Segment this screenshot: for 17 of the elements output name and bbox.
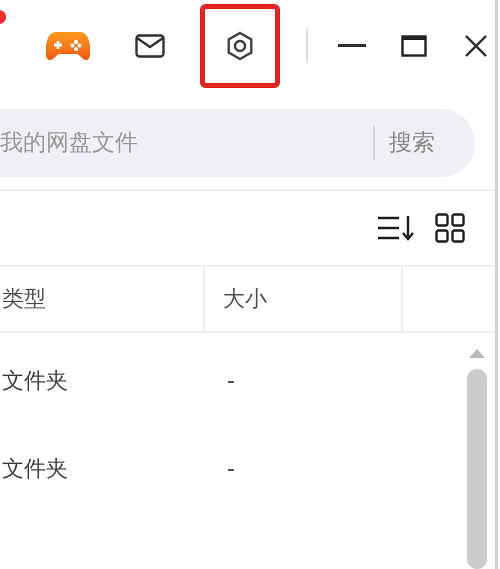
sort-button[interactable]: [377, 214, 415, 242]
mail-icon: [135, 34, 165, 58]
table-cell: 文件夹: [2, 369, 68, 394]
settings-button[interactable]: [200, 4, 280, 88]
scrollbar-thumb[interactable]: [467, 369, 487, 569]
grid-icon: [435, 212, 465, 243]
column-header[interactable]: 类型: [0, 267, 205, 331]
maximize-icon: [401, 35, 427, 58]
table-cell: 文件夹: [2, 457, 68, 482]
minimize-icon: [338, 44, 366, 48]
table-cell: -: [227, 368, 235, 394]
column-header[interactable]: 大小: [205, 267, 403, 331]
table-cell: -: [227, 456, 235, 482]
sort-icon: [377, 214, 415, 242]
grid-view-button[interactable]: [435, 212, 465, 243]
settings-icon: [225, 31, 255, 62]
close-icon: [464, 34, 488, 58]
